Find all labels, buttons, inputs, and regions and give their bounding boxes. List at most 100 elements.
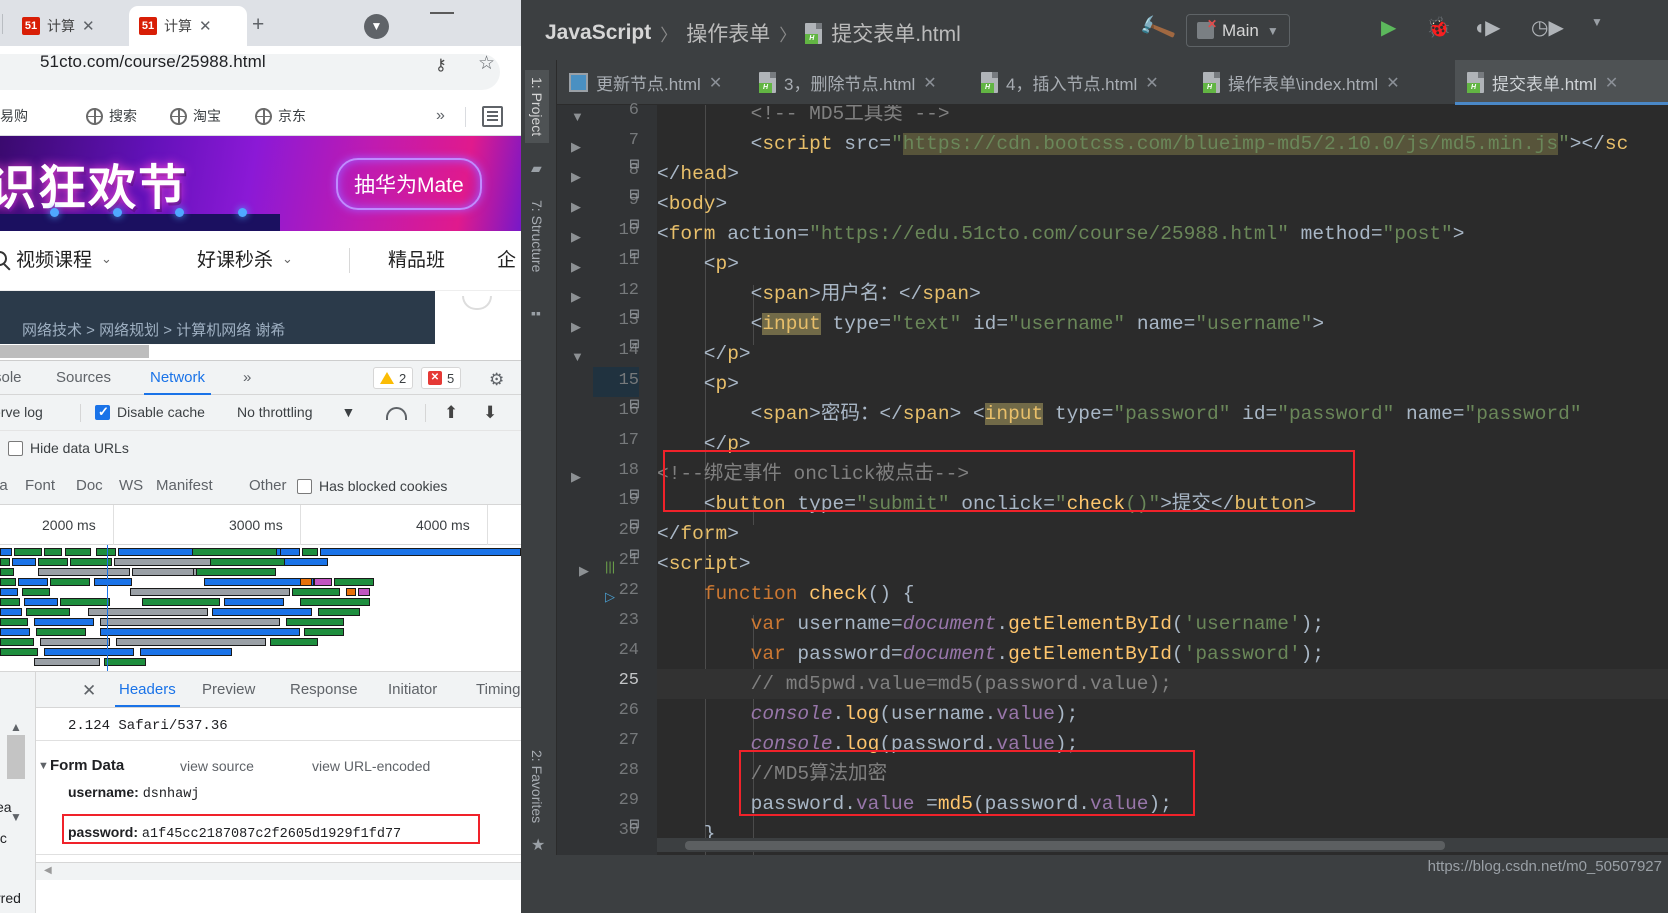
divider — [465, 107, 466, 127]
close-icon[interactable]: ✕ — [709, 73, 722, 93]
hammer-icon[interactable]: 🔨 — [1136, 9, 1178, 51]
new-tab-button[interactable]: + — [252, 14, 264, 35]
hide-data-urls-checkbox[interactable]: Hide data URLs — [8, 440, 129, 456]
nav-item-flash-sale[interactable]: 好课秒杀 ⌄ — [197, 245, 293, 272]
breadcrumb-project[interactable]: JavaScript — [545, 21, 651, 45]
has-blocked-cookies-checkbox[interactable]: Has blocked cookies — [297, 478, 447, 494]
fold-arrow-icon[interactable]: ▶ — [571, 139, 581, 155]
editor-tab-1[interactable]: H 3，删除节点.html ✕ — [747, 60, 969, 105]
fold-arrow-icon[interactable]: ▶ — [571, 469, 581, 485]
bookmarks-overflow-button[interactable]: » — [436, 107, 445, 125]
editor-horizontal-scrollbar[interactable] — [657, 838, 1668, 852]
preserve-log-checkbox[interactable]: serve log — [0, 404, 43, 420]
gear-icon[interactable]: ⚙ — [489, 370, 504, 390]
bookmark-star-icon[interactable]: ☆ — [478, 52, 495, 75]
fold-arrow-icon[interactable]: ▶ — [571, 199, 581, 215]
warning-icon — [380, 372, 394, 384]
fold-arrow-icon[interactable]: ▼ — [571, 109, 584, 124]
tab-initiator[interactable]: Initiator — [388, 681, 437, 698]
sidebar-item-structure[interactable]: 7: Structure — [529, 200, 545, 272]
close-icon[interactable]: ✕ — [82, 19, 95, 34]
upload-har-icon[interactable]: ⬆ — [444, 403, 458, 423]
bookmark-item-3[interactable]: 京东 — [255, 106, 306, 126]
html-preview-icon[interactable]: ▷ — [605, 589, 615, 605]
profile-avatar-icon[interactable]: ▼ — [364, 14, 389, 39]
code-editor[interactable]: <!-- MD5工具类 --> <script src="https://cdn… — [657, 105, 1668, 855]
throttling-select[interactable]: No throttling ▼ — [237, 404, 355, 420]
bookmark-item-0[interactable]: 宁易购 — [0, 106, 28, 126]
tab-timing[interactable]: Timing — [476, 681, 520, 698]
editor-gutter[interactable]: ▼ ▶ ▶ ▶ ▶ ▶ ▶ ▶ ▼ ▶ ▶ ||| ▷ 6 7 8 9 10 1… — [557, 101, 657, 855]
error-count-badge[interactable]: ✕ 5 — [421, 367, 462, 389]
nav-item-video-courses[interactable]: 视频课程 ⌄ — [16, 245, 112, 272]
close-icon[interactable]: ✕ — [923, 73, 936, 93]
tab-sources[interactable]: Sources — [56, 369, 111, 386]
filter-doc[interactable]: Doc — [76, 477, 103, 494]
warning-count-badge[interactable]: 2 — [373, 367, 414, 389]
tab-response[interactable]: Response — [290, 681, 358, 698]
tab-headers[interactable]: Headers — [115, 681, 180, 707]
run-inline-icon[interactable]: ||| — [605, 559, 615, 574]
fold-arrow-icon[interactable]: ▼ — [571, 349, 584, 364]
vertical-scrollbar-thumb[interactable] — [7, 735, 25, 779]
fold-arrow-icon[interactable]: ▶ — [571, 229, 581, 245]
sidebar-item-project[interactable]: 1: Project — [525, 70, 549, 144]
filter-media[interactable]: ia — [0, 477, 8, 494]
sidebar-item-favorites[interactable]: 2: Favorites — [529, 750, 545, 823]
fold-arrow-icon[interactable]: ▶ — [571, 169, 581, 185]
bookmark-item-1[interactable]: 搜索 — [86, 106, 137, 126]
editor-tab-4[interactable]: H 提交表单.html ✕ — [1455, 60, 1668, 105]
run-configuration-selector[interactable]: Main ▼ — [1186, 14, 1290, 47]
network-request-list[interactable]: ▲ ▼ ea fc rred — [0, 672, 36, 913]
profile-icon[interactable]: ◷▶ — [1531, 15, 1564, 40]
bookmark-item-2[interactable]: 淘宝 — [170, 106, 221, 126]
close-icon[interactable]: ✕ — [1386, 73, 1399, 93]
filter-manifest[interactable]: Manifest — [156, 477, 213, 494]
breadcrumb-file[interactable]: 提交表单.html — [831, 18, 961, 48]
filter-ws[interactable]: WS — [119, 477, 143, 494]
close-icon[interactable]: ✕ — [199, 19, 212, 34]
download-har-icon[interactable]: ⬇ — [483, 403, 497, 423]
editor-tab-3[interactable]: H 操作表单\index.html ✕ — [1191, 60, 1455, 105]
close-icon[interactable]: ✕ — [1605, 73, 1618, 93]
filter-font[interactable]: Font — [25, 477, 55, 494]
star-icon: ★ — [531, 837, 546, 854]
debug-bug-icon[interactable]: 🐞 — [1426, 15, 1451, 40]
editor-tab-2[interactable]: H 4，插入节点.html ✕ — [969, 60, 1191, 105]
tab-network[interactable]: Network — [143, 369, 212, 395]
banner-cta-button[interactable]: 抽华为Mate — [336, 158, 482, 210]
close-icon[interactable]: ✕ — [1145, 73, 1158, 93]
tab-console[interactable]: sole — [0, 369, 22, 386]
minimize-window-button[interactable] — [430, 12, 454, 14]
search-icon[interactable] — [0, 251, 7, 266]
disable-cache-checkbox[interactable]: Disable cache — [95, 404, 205, 420]
fold-arrow-icon[interactable]: ▶ — [571, 319, 581, 335]
view-url-encoded-link[interactable]: view URL-encoded — [312, 758, 430, 774]
horizontal-scrollbar[interactable] — [36, 862, 521, 880]
tabs-overflow-button[interactable]: » — [243, 369, 251, 386]
chevron-down-icon[interactable]: ▼ — [38, 760, 49, 772]
close-icon[interactable]: ✕ — [82, 681, 96, 701]
nav-item-enterprise[interactable]: 企 — [497, 245, 516, 272]
run-icon[interactable]: ▶ — [1381, 15, 1396, 40]
fold-arrow-icon[interactable]: ▶ — [579, 563, 589, 579]
reading-list-icon[interactable] — [482, 106, 503, 127]
promo-banner[interactable]: 识狂欢节 抽华为Mate — [0, 136, 521, 231]
breadcrumb-folder[interactable]: 操作表单 — [686, 18, 770, 48]
fold-arrow-icon[interactable]: ▶ — [571, 259, 581, 275]
scroll-up-icon[interactable]: ▲ — [10, 720, 22, 734]
fold-arrow-icon[interactable]: ▶ — [571, 289, 581, 305]
tab-preview[interactable]: Preview — [202, 681, 255, 698]
filter-other[interactable]: Other — [249, 477, 287, 494]
page-horizontal-scrollbar[interactable] — [0, 345, 149, 358]
network-waterfall[interactable] — [0, 545, 521, 671]
editor-tab-0[interactable]: 更新节点.html ✕ — [557, 60, 747, 105]
browser-tab-2[interactable]: 51 计算 ✕ — [129, 6, 247, 46]
view-source-link[interactable]: view source — [180, 758, 254, 774]
nav-item-premium-class[interactable]: 精品班 — [388, 245, 445, 272]
run-coverage-icon[interactable]: ◖▶ — [1473, 15, 1500, 40]
browser-tab-1[interactable]: 51 计算 ✕ — [12, 6, 129, 46]
chevron-down-icon[interactable]: ▼ — [1591, 15, 1603, 29]
wifi-settings-icon[interactable] — [386, 405, 407, 420]
key-icon[interactable]: ⚷ — [435, 55, 447, 75]
